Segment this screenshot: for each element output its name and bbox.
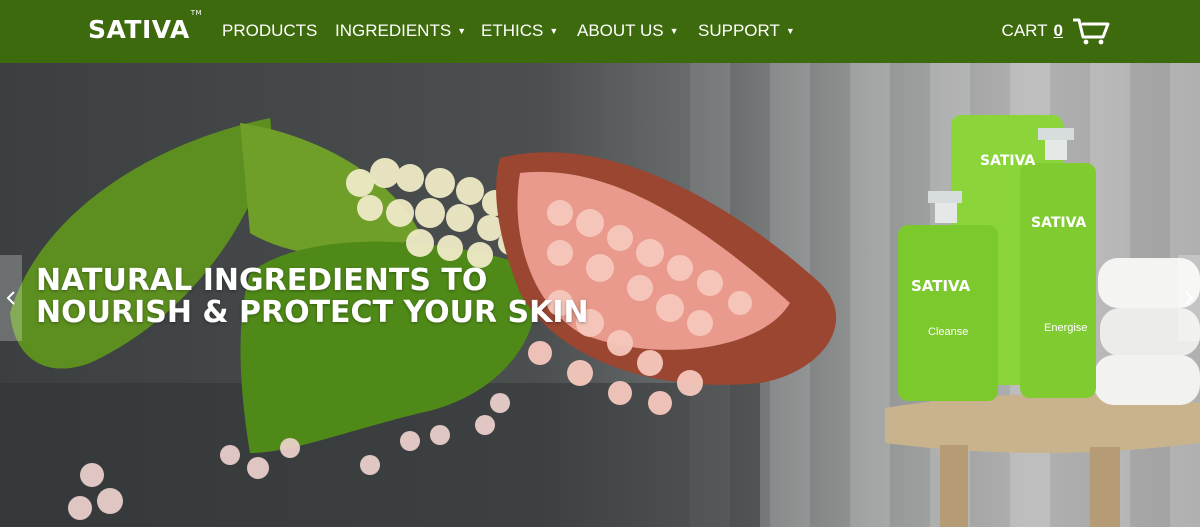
- cart-label: CART: [1001, 21, 1048, 40]
- cart-button[interactable]: CART 0: [1002, 17, 1111, 45]
- carousel-prev-button[interactable]: [0, 255, 22, 341]
- nav-ingredients[interactable]: INGREDIENTS ▼: [335, 21, 466, 41]
- nav-support[interactable]: SUPPORT ▼: [698, 21, 795, 41]
- chevron-left-icon: [6, 291, 15, 305]
- headline-line-1: NATURAL INGREDIENTS TO: [36, 263, 488, 298]
- chevron-down-icon: ▼: [669, 26, 679, 36]
- sativa-logo[interactable]: SATIVATM: [88, 9, 202, 44]
- bottle-label-back: SATIVA: [980, 153, 1036, 169]
- chevron-down-icon: ▼: [549, 26, 559, 36]
- headline-line-2: NOURISH & PROTECT YOUR SKIN: [36, 295, 589, 330]
- chevron-down-icon: ▼: [457, 26, 467, 36]
- bottle-name-energise: Energise: [1044, 322, 1088, 334]
- bottle-label-left: SATIVA: [911, 277, 971, 295]
- hero-headline: NATURAL INGREDIENTS TO NOURISH & PROTECT…: [36, 265, 589, 329]
- bottle-name-cleanse: Cleanse: [928, 326, 969, 338]
- nav-products[interactable]: PRODUCTS: [222, 21, 317, 41]
- cart-count[interactable]: 0: [1054, 21, 1063, 41]
- nav-ethics[interactable]: ETHICS ▼: [481, 21, 558, 41]
- carousel-next-button[interactable]: [1178, 255, 1200, 341]
- chevron-right-icon: [1185, 291, 1194, 305]
- hero-banner: SATIVA SATIVA SATIVA Cleanse Energise NA…: [0, 63, 1200, 527]
- nav-about-us[interactable]: ABOUT US ▼: [577, 21, 679, 41]
- top-navigation-bar: SATIVATM PRODUCTS INGREDIENTS ▼ ETHICS ▼ A…: [0, 0, 1200, 63]
- bottle-label-right: SATIVA: [1031, 215, 1087, 231]
- shopping-cart-icon: [1073, 18, 1110, 45]
- chevron-down-icon: ▼: [785, 26, 795, 36]
